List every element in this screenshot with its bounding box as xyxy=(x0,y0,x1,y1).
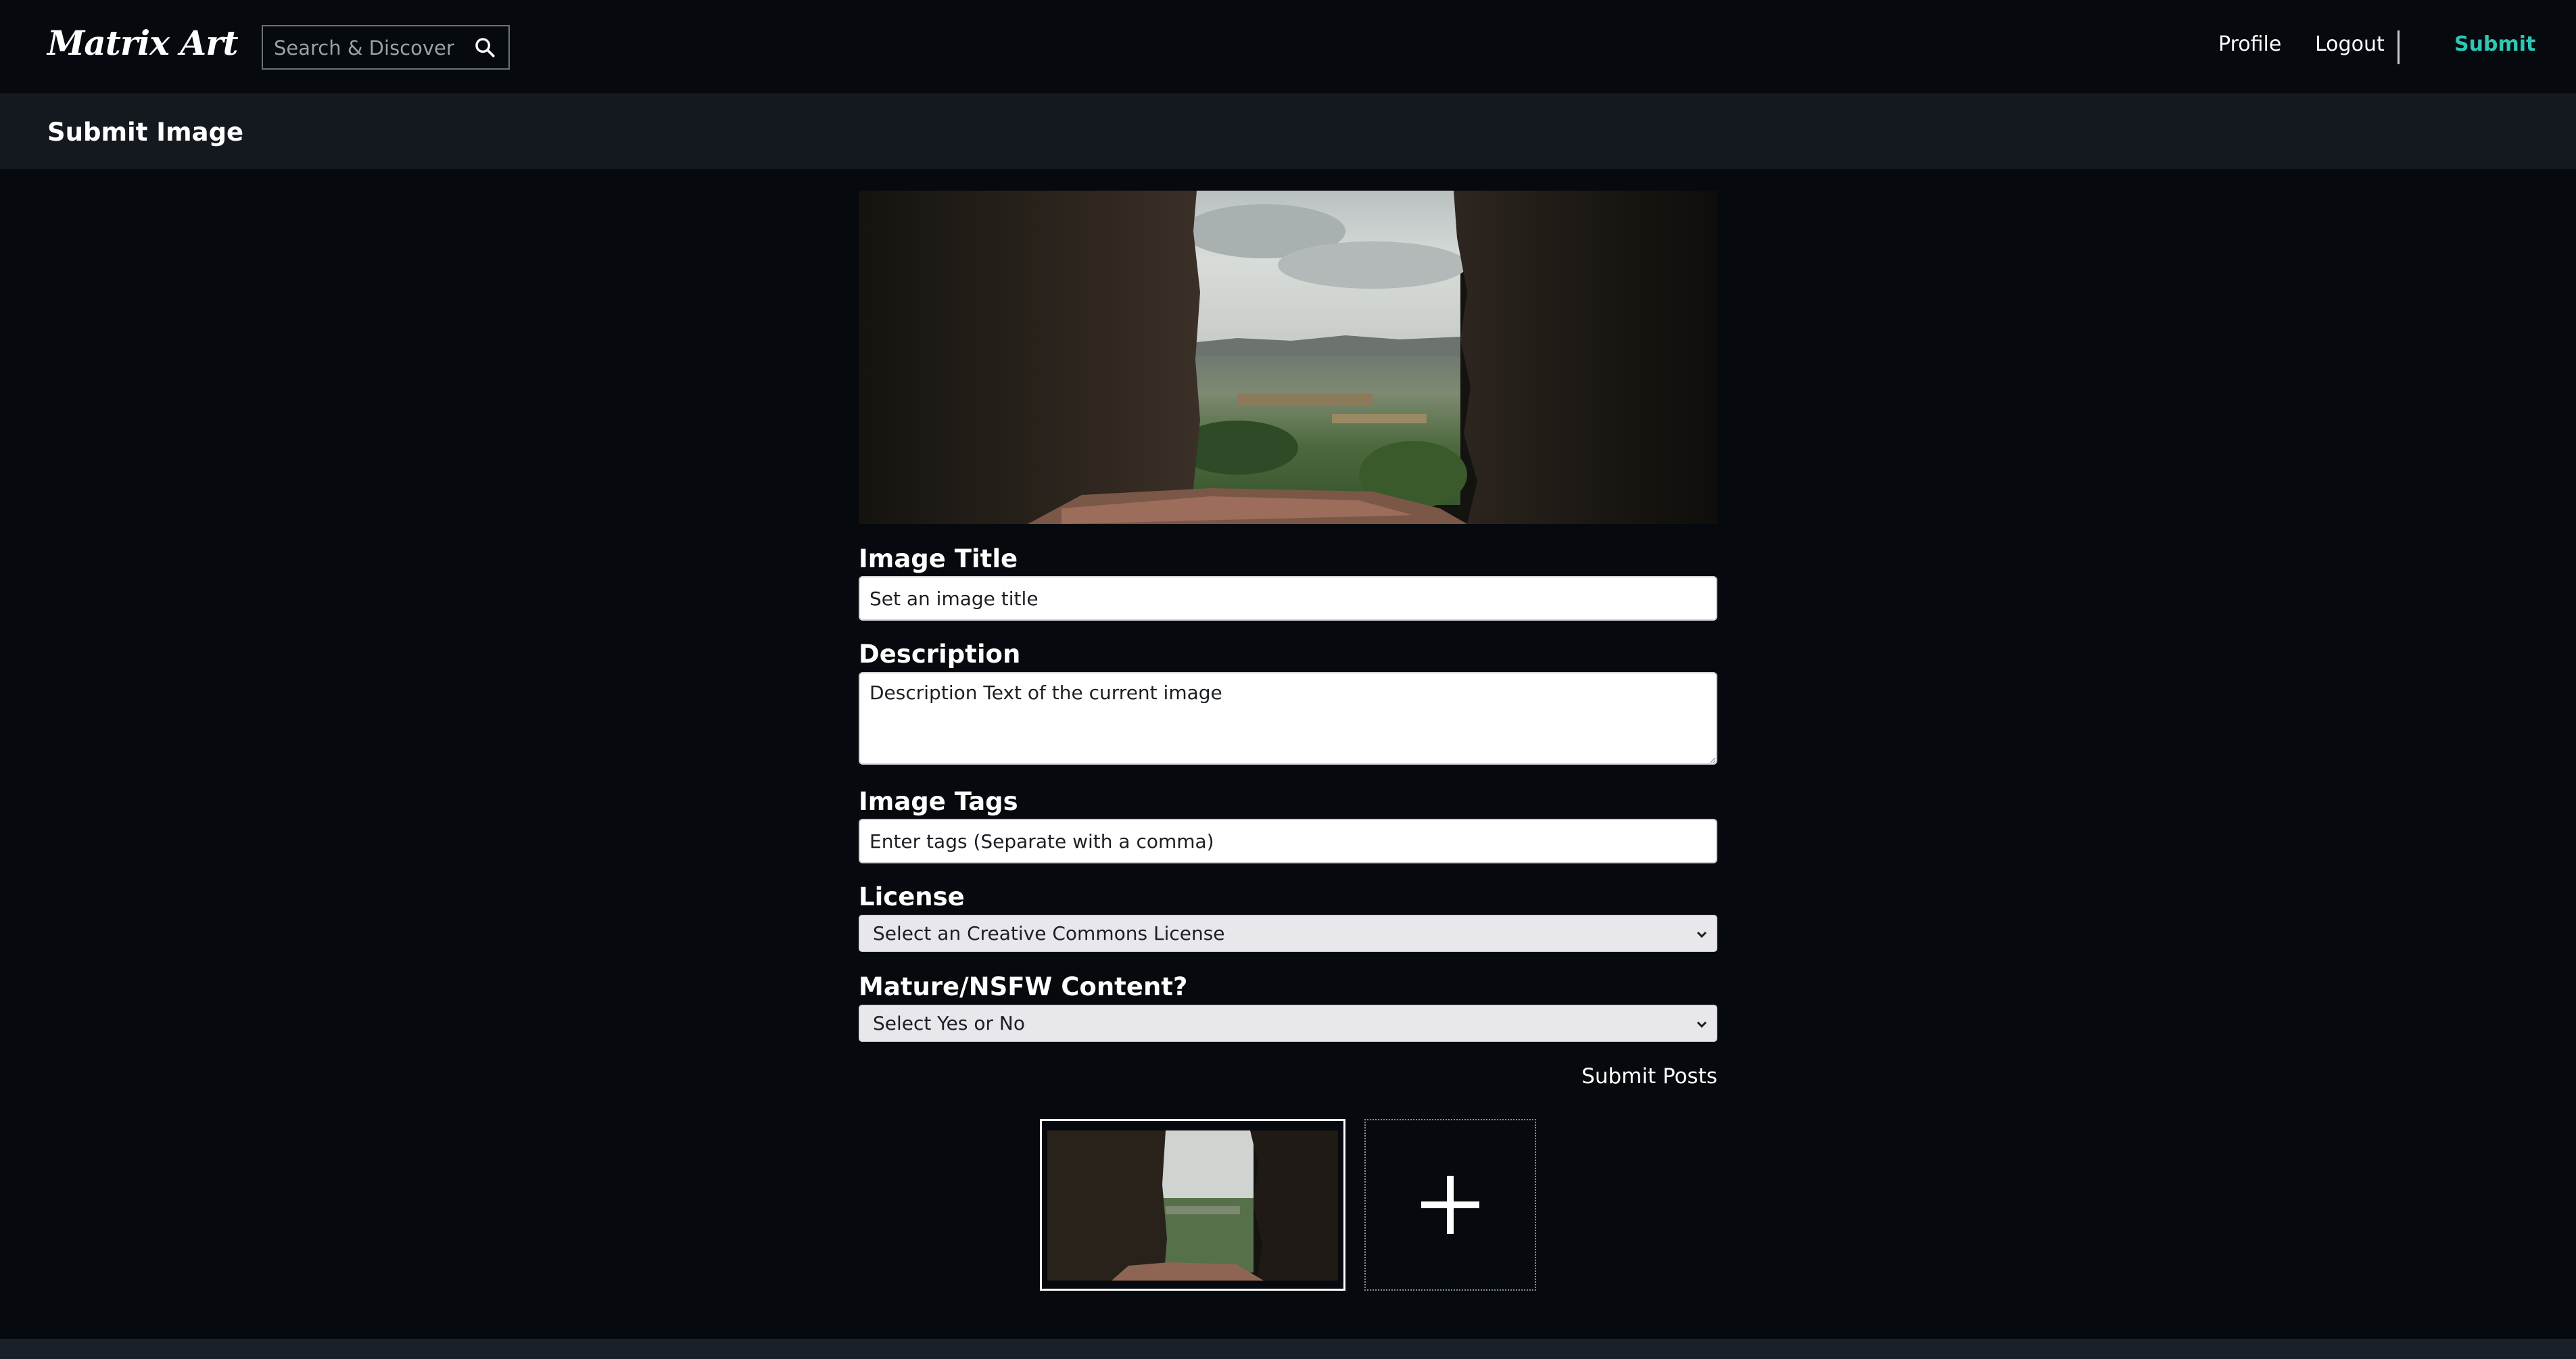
license-selected-value: Select an Creative Commons License xyxy=(873,922,1225,945)
submit-nav-link[interactable]: Submit xyxy=(2454,32,2535,56)
chevron-down-icon xyxy=(1696,931,1707,938)
landscape-window-thumbnail xyxy=(1047,1130,1338,1281)
search-input[interactable] xyxy=(272,26,471,70)
nsfw-selected-value: Select Yes or No xyxy=(873,1012,1025,1034)
image-tags-input[interactable] xyxy=(859,819,1717,863)
license-select[interactable]: Select an Creative Commons License xyxy=(859,915,1717,952)
selected-image-thumbnail[interactable] xyxy=(1040,1119,1345,1291)
image-preview xyxy=(859,191,1717,524)
top-navigation: Matrix Art Profile Logout Submit xyxy=(0,0,2576,93)
image-title-input[interactable] xyxy=(859,576,1717,621)
logout-link[interactable]: Logout xyxy=(2315,32,2385,56)
footer-bar xyxy=(0,1339,2576,1359)
page-title: Submit Image xyxy=(47,118,244,147)
image-title-label: Image Title xyxy=(859,544,1018,573)
landscape-window-photo xyxy=(859,191,1717,524)
plus-icon xyxy=(1421,1176,1479,1234)
search-button[interactable] xyxy=(471,33,499,62)
license-label: License xyxy=(859,882,965,911)
nsfw-label: Mature/NSFW Content? xyxy=(859,972,1188,1001)
search-icon xyxy=(475,38,495,57)
add-image-button[interactable] xyxy=(1364,1119,1536,1291)
image-tags-label: Image Tags xyxy=(859,787,1018,816)
nav-divider xyxy=(2398,30,2400,64)
matrix-art-logo[interactable]: Matrix Art xyxy=(47,23,239,63)
submit-posts-button[interactable]: Submit Posts xyxy=(1581,1064,1717,1089)
page-header-bar: Submit Image xyxy=(0,93,2576,169)
description-label: Description xyxy=(859,640,1021,669)
nsfw-select[interactable]: Select Yes or No xyxy=(859,1005,1717,1042)
chevron-down-icon xyxy=(1696,1021,1707,1028)
search-box xyxy=(262,25,510,70)
profile-link[interactable]: Profile xyxy=(2218,32,2281,56)
description-textarea[interactable]: Description Text of the current image xyxy=(859,672,1717,765)
